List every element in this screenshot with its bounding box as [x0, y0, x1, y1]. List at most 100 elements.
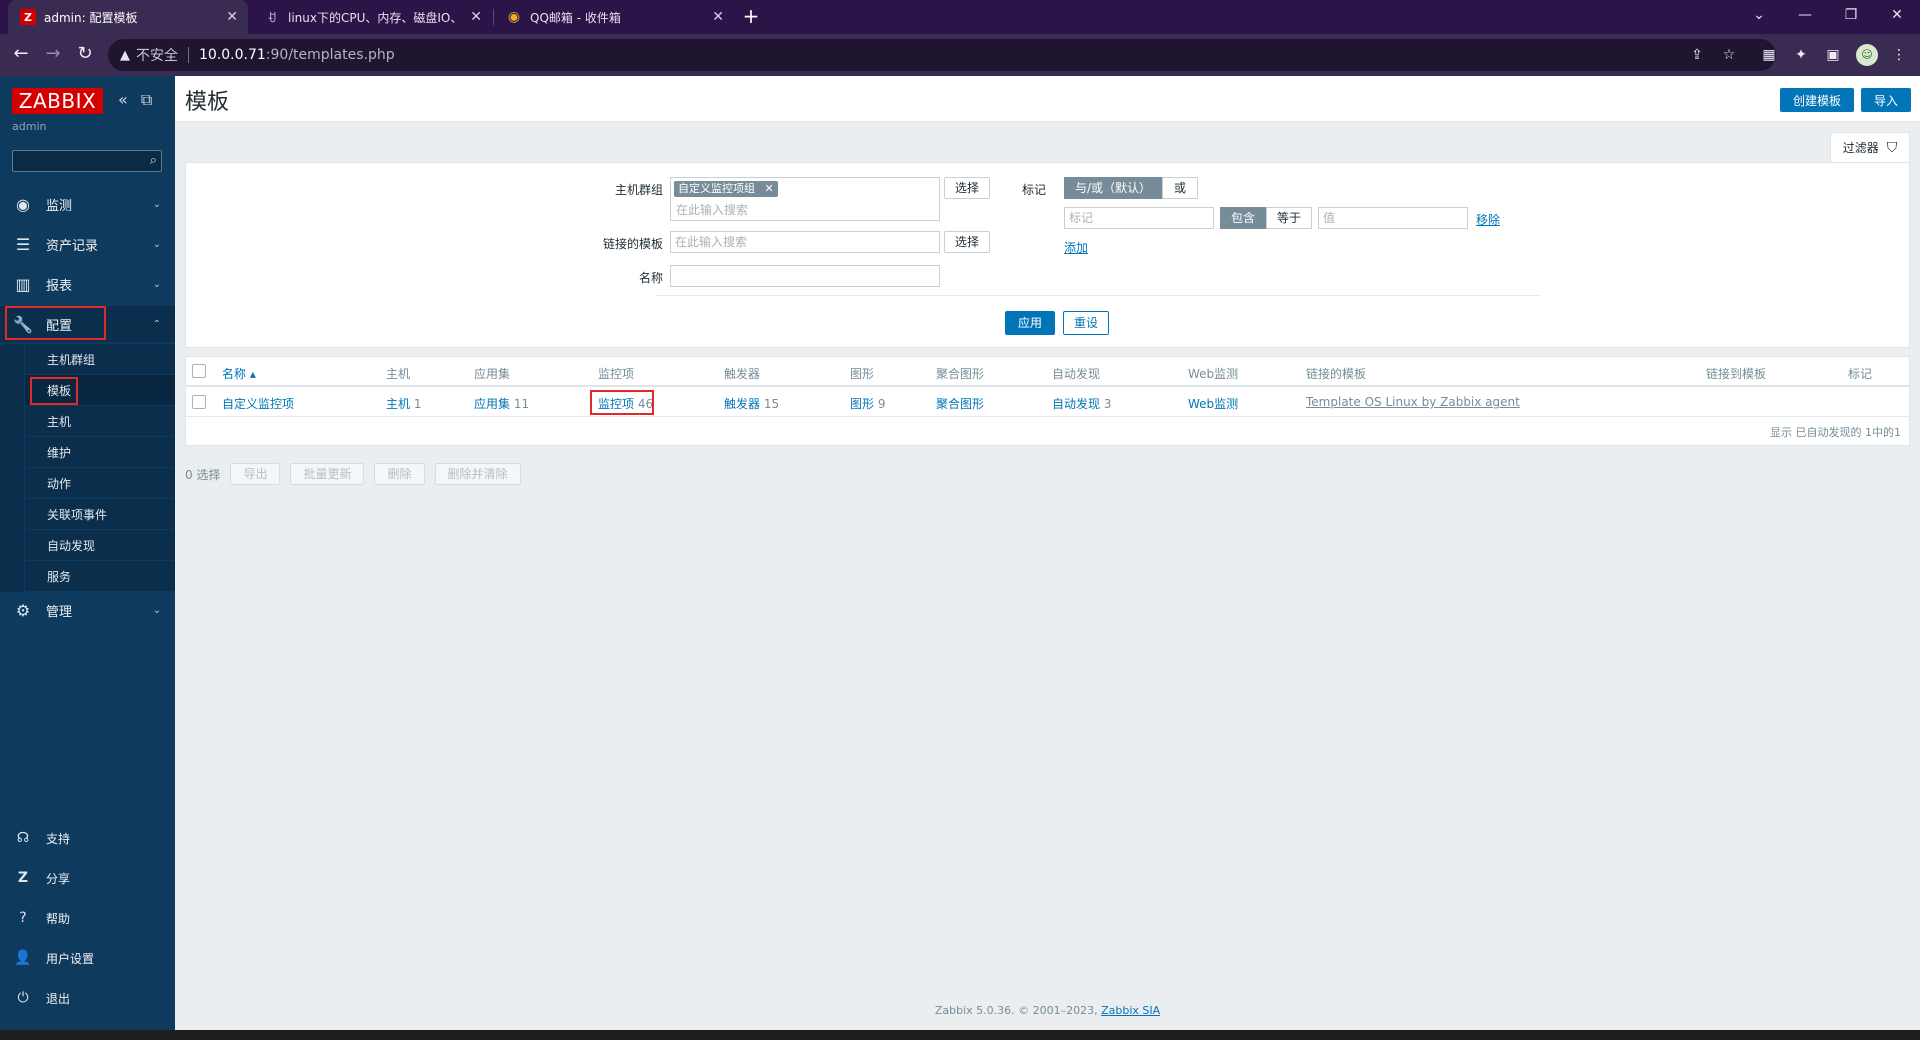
- new-tab-plus-icon[interactable]: +: [738, 4, 764, 30]
- zabbix-logo[interactable]: ZABBIX: [12, 88, 103, 114]
- graphs-link[interactable]: 图形: [850, 397, 874, 411]
- tag-equals-toggle[interactable]: 等于: [1266, 207, 1312, 229]
- template-name[interactable]: 自定义监控项: [222, 397, 294, 411]
- web-cell[interactable]: Web监测: [1188, 395, 1238, 412]
- screens-link[interactable]: 聚合图形: [936, 397, 984, 411]
- linked-templates-label: 链接的模板: [602, 237, 663, 251]
- menu-label: 报表: [46, 278, 73, 294]
- address-bar[interactable]: ▲ 不安全 10.0.0.71 :90/templates.php: [108, 39, 1776, 71]
- hosts-link[interactable]: 主机: [386, 397, 410, 411]
- sidebar-help[interactable]: ? 帮助: [0, 900, 175, 936]
- linked-template-cell[interactable]: Template OS Linux by Zabbix agent: [1306, 395, 1520, 409]
- menu-reports[interactable]: ▥ 报表 ⌄: [0, 266, 175, 302]
- tags-and-or-toggle[interactable]: 与/或（默认）: [1064, 177, 1162, 199]
- kebab-menu-icon[interactable]: ⋮: [1888, 44, 1910, 66]
- tag-value-input[interactable]: 值: [1318, 207, 1468, 229]
- tag-name-input[interactable]: 标记: [1064, 207, 1214, 229]
- window-close-icon[interactable]: ✕: [1874, 0, 1920, 34]
- select-all-checkbox[interactable]: [192, 364, 206, 378]
- menu-inventory[interactable]: ☰ 资产记录 ⌄: [0, 226, 175, 262]
- bookmark-star-icon[interactable]: ☆: [1718, 44, 1740, 66]
- submenu-event-correlation[interactable]: 关联项事件: [24, 499, 175, 530]
- hosts-cell[interactable]: 主机 1: [386, 395, 421, 412]
- forward-arrow-icon[interactable]: →: [40, 42, 66, 68]
- column-triggers: 触发器: [724, 367, 761, 381]
- row-checkbox[interactable]: [192, 395, 206, 409]
- sidebar-search-input[interactable]: ⌕: [12, 150, 162, 172]
- applications-link[interactable]: 应用集: [474, 397, 510, 411]
- host-group-select-button[interactable]: 选择: [944, 177, 991, 199]
- delete-button[interactable]: 删除: [374, 463, 425, 485]
- tag-remove-link[interactable]: 移除: [1476, 211, 1500, 228]
- close-icon[interactable]: ✕: [226, 9, 238, 25]
- menu-administration[interactable]: ⚙ 管理 ⌄: [0, 592, 175, 628]
- tag-contains-toggle[interactable]: 包含: [1220, 207, 1266, 229]
- host-group-label: 主机群组: [614, 183, 663, 197]
- submenu-host-groups[interactable]: 主机群组: [24, 344, 175, 375]
- column-name[interactable]: 名称 ▴: [222, 365, 256, 382]
- submenu-maintenance[interactable]: 维护: [24, 437, 175, 468]
- delete-and-clear-button[interactable]: 删除并清除: [434, 463, 521, 485]
- close-icon[interactable]: ✕: [712, 9, 724, 25]
- triggers-link[interactable]: 触发器: [724, 397, 760, 411]
- submenu-hosts[interactable]: 主机: [24, 406, 175, 437]
- import-button[interactable]: 导入: [1861, 88, 1912, 112]
- browser-tab-qqmail[interactable]: ◉ QQ邮箱 - 收件箱 ✕: [494, 0, 734, 34]
- sidebar-user-settings[interactable]: 👤 用户设置: [0, 940, 175, 976]
- profile-avatar-icon[interactable]: ☺: [1856, 44, 1878, 66]
- extension-icon[interactable]: ▦: [1758, 44, 1780, 66]
- triggers-cell[interactable]: 触发器 15: [724, 395, 779, 412]
- share-page-icon[interactable]: ⇪: [1686, 44, 1708, 66]
- submenu-services[interactable]: 服务: [24, 561, 175, 592]
- linked-templates-input[interactable]: 在此输入搜索: [670, 231, 940, 253]
- minimize-icon[interactable]: —: [1782, 0, 1828, 34]
- search-icon[interactable]: ⌕: [150, 153, 157, 168]
- mass-actions-bar: 0 选择 导出 批量更新 删除 删除并清除: [185, 462, 531, 486]
- puzzle-icon[interactable]: ✦: [1790, 44, 1812, 66]
- main-content: 模板 创建模板 导入 过滤器 ⛉ 主机群组 自定义监控项组 ✕ 在此输入搜索 选…: [175, 76, 1920, 1030]
- tags-label: 标记: [1021, 183, 1046, 197]
- name-input[interactable]: [670, 265, 940, 287]
- create-template-button[interactable]: 创建模板: [1780, 88, 1855, 112]
- discovery-cell[interactable]: 自动发现 3: [1052, 395, 1111, 412]
- reset-button[interactable]: 重设: [1063, 311, 1110, 335]
- web-link[interactable]: Web监测: [1188, 397, 1238, 411]
- tag-add-link[interactable]: 添加: [1064, 239, 1088, 256]
- sidepanel-icon[interactable]: ▣: [1822, 44, 1844, 66]
- restore-icon[interactable]: ❐: [1828, 0, 1874, 34]
- chip-remove-icon[interactable]: ✕: [765, 182, 774, 195]
- sidebar-share[interactable]: Z 分享: [0, 860, 175, 896]
- close-icon[interactable]: ✕: [470, 9, 482, 25]
- linked-templates-select-button[interactable]: 选择: [944, 231, 991, 253]
- sidebar-support[interactable]: ☊ 支持: [0, 820, 175, 856]
- browser-tab-zabbix[interactable]: Z admin: 配置模板 ✕: [8, 0, 248, 34]
- submenu-discovery[interactable]: 自动发现: [24, 530, 175, 561]
- screens-cell[interactable]: 聚合图形: [936, 395, 984, 412]
- host-group-multiselect[interactable]: 自定义监控项组 ✕ 在此输入搜索: [670, 177, 940, 221]
- submenu-actions[interactable]: 动作: [24, 468, 175, 499]
- zabbix-favicon-icon: Z: [20, 9, 36, 25]
- tab-search-chevron-icon[interactable]: ⌄: [1736, 0, 1782, 34]
- apply-button[interactable]: 应用: [1005, 311, 1056, 335]
- mass-update-button[interactable]: 批量更新: [290, 463, 365, 485]
- back-arrow-icon[interactable]: ←: [8, 42, 34, 68]
- menu-monitoring[interactable]: ◉ 监测 ⌄: [0, 186, 175, 222]
- table-row: 自定义监控项 主机 1 应用集 11 监控项 46 触发器 15 图形 9 聚合…: [186, 387, 1909, 417]
- applications-cell[interactable]: 应用集 11: [474, 395, 529, 412]
- graphs-cell[interactable]: 图形 9: [850, 395, 885, 412]
- footer-link[interactable]: Zabbix SIA: [1101, 1004, 1160, 1017]
- kiosk-mode-icon[interactable]: ⧉: [141, 90, 152, 109]
- reload-icon[interactable]: ↻: [72, 42, 98, 68]
- sidebar-bottom-label: 用户设置: [46, 951, 95, 966]
- browser-tab-linux[interactable]: ꀀ linux下的CPU、内存、磁盘IO、 ✕: [252, 0, 492, 34]
- sidebar: ZABBIX « ⧉ admin ⌕ ◉ 监测 ⌄ ☰ 资产记录 ⌄ ▥ 报表 …: [0, 76, 175, 1030]
- linked-template-link[interactable]: Template OS Linux by Zabbix agent: [1306, 395, 1520, 409]
- tags-or-toggle[interactable]: 或: [1162, 177, 1198, 199]
- filter-tab-label: 过滤器: [1842, 141, 1879, 155]
- export-button[interactable]: 导出: [230, 463, 281, 485]
- template-name-link[interactable]: 自定义监控项: [222, 395, 294, 412]
- discovery-link[interactable]: 自动发现: [1052, 397, 1100, 411]
- sidebar-sign-out[interactable]: ⏻ 退出: [0, 980, 175, 1016]
- collapse-sidebar-icon[interactable]: «: [118, 90, 128, 109]
- filter-tab[interactable]: 过滤器 ⛉: [1830, 132, 1910, 162]
